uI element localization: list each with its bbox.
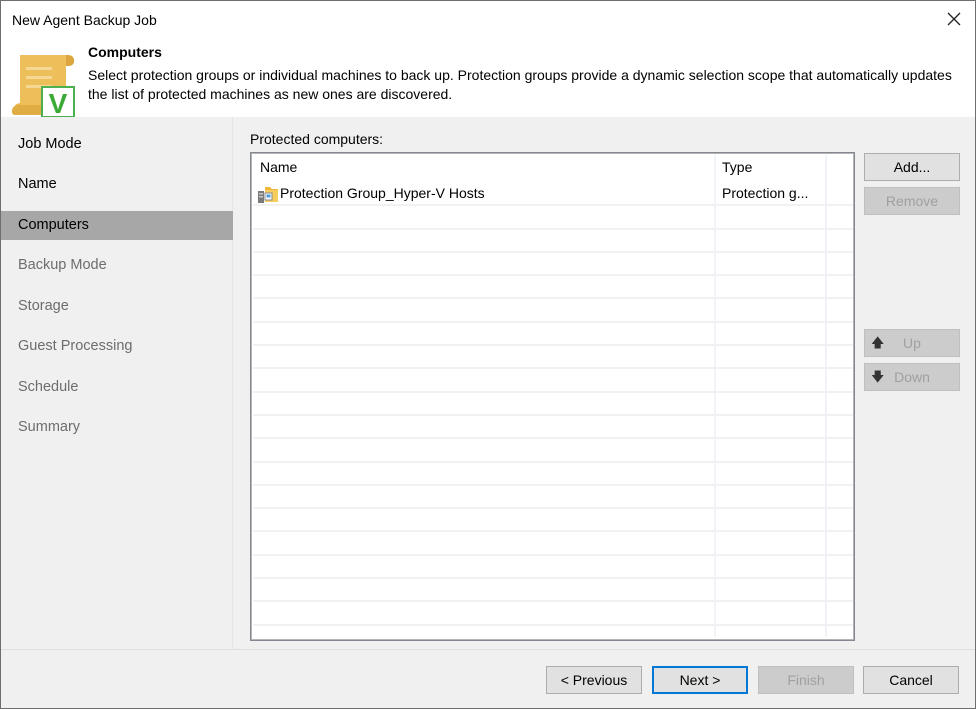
empty-list-row bbox=[253, 579, 853, 603]
empty-list-row bbox=[253, 416, 853, 440]
scroll-with-veeam-v-icon: V bbox=[12, 55, 75, 117]
svg-text:V: V bbox=[49, 88, 68, 117]
remove-button: Remove bbox=[864, 187, 960, 215]
step-content: Protected computers: Name Type Protectio… bbox=[234, 117, 975, 649]
wizard-body: Job Mode Name Computers Backup Mode Stor… bbox=[1, 117, 975, 649]
close-icon bbox=[947, 12, 961, 26]
sidebar-item-schedule: Schedule bbox=[18, 379, 79, 395]
protection-group-icon bbox=[257, 184, 279, 207]
sidebar-item-job-mode[interactable]: Job Mode bbox=[1, 130, 233, 159]
arrow-down-icon: 🡇 bbox=[871, 369, 885, 384]
empty-list-row bbox=[253, 602, 853, 626]
step-title: Computers bbox=[88, 44, 162, 60]
sidebar-item-name[interactable]: Name bbox=[1, 170, 233, 199]
close-button[interactable] bbox=[939, 5, 969, 33]
finish-button: Finish bbox=[758, 666, 854, 694]
sidebar-item-storage: Storage bbox=[18, 298, 69, 314]
list-item[interactable]: Protection Group_Hyper-V Hosts Protectio… bbox=[253, 183, 853, 207]
wizard-footer: < Previous Next > Finish Cancel bbox=[1, 649, 975, 708]
empty-list-row bbox=[253, 300, 853, 323]
previous-button[interactable]: < Previous bbox=[546, 666, 642, 694]
empty-list-row bbox=[253, 276, 853, 300]
arrow-up-icon: 🡅 bbox=[871, 335, 885, 350]
window-title: New Agent Backup Job bbox=[12, 12, 157, 28]
move-down-label: Down bbox=[894, 369, 930, 385]
sidebar-item-computers[interactable]: Computers bbox=[1, 211, 233, 240]
sidebar-item-backup-mode: Backup Mode bbox=[18, 257, 107, 273]
row-name: Protection Group_Hyper-V Hosts bbox=[280, 185, 485, 201]
next-button[interactable]: Next > bbox=[652, 666, 748, 694]
empty-list-row bbox=[253, 463, 853, 486]
move-down-button: 🡇 Down bbox=[864, 363, 960, 391]
empty-list-row bbox=[253, 556, 853, 580]
step-description: Select protection groups or individual m… bbox=[88, 67, 952, 102]
empty-list-row bbox=[253, 533, 853, 556]
protected-computers-list[interactable]: Name Type Protection Group_Hyper-V Hosts… bbox=[250, 152, 855, 641]
wizard-window: New Agent Backup Job V Computers Select … bbox=[0, 0, 976, 709]
move-up-label: Up bbox=[903, 335, 921, 351]
empty-list-row bbox=[253, 626, 853, 640]
add-button[interactable]: Add... bbox=[864, 153, 960, 181]
empty-list-row bbox=[253, 509, 853, 533]
title-bar: New Agent Backup Job bbox=[1, 1, 975, 37]
move-up-button: 🡅 Up bbox=[864, 329, 960, 357]
empty-list-row bbox=[253, 439, 853, 463]
empty-list-row bbox=[253, 230, 853, 253]
column-header-type[interactable]: Type bbox=[722, 159, 752, 175]
empty-list-row bbox=[253, 393, 853, 416]
list-header: Name Type bbox=[251, 153, 854, 183]
empty-list-row bbox=[253, 253, 853, 277]
sidebar-item-summary: Summary bbox=[18, 419, 81, 435]
cancel-button[interactable]: Cancel bbox=[863, 666, 959, 694]
empty-list-row bbox=[253, 369, 853, 393]
sidebar-item-guest-processing: Guest Processing bbox=[18, 338, 133, 354]
wizard-header: V Computers Select protection groups or … bbox=[1, 37, 975, 117]
wizard-steps-sidebar: Job Mode Name Computers Backup Mode Stor… bbox=[1, 117, 233, 649]
empty-list-row bbox=[253, 206, 853, 230]
protected-computers-label: Protected computers: bbox=[250, 131, 384, 147]
empty-list-row bbox=[253, 486, 853, 510]
empty-list-row bbox=[253, 323, 853, 347]
row-type: Protection g... bbox=[722, 185, 809, 201]
empty-list-row bbox=[253, 346, 853, 370]
column-header-name[interactable]: Name bbox=[260, 159, 297, 175]
